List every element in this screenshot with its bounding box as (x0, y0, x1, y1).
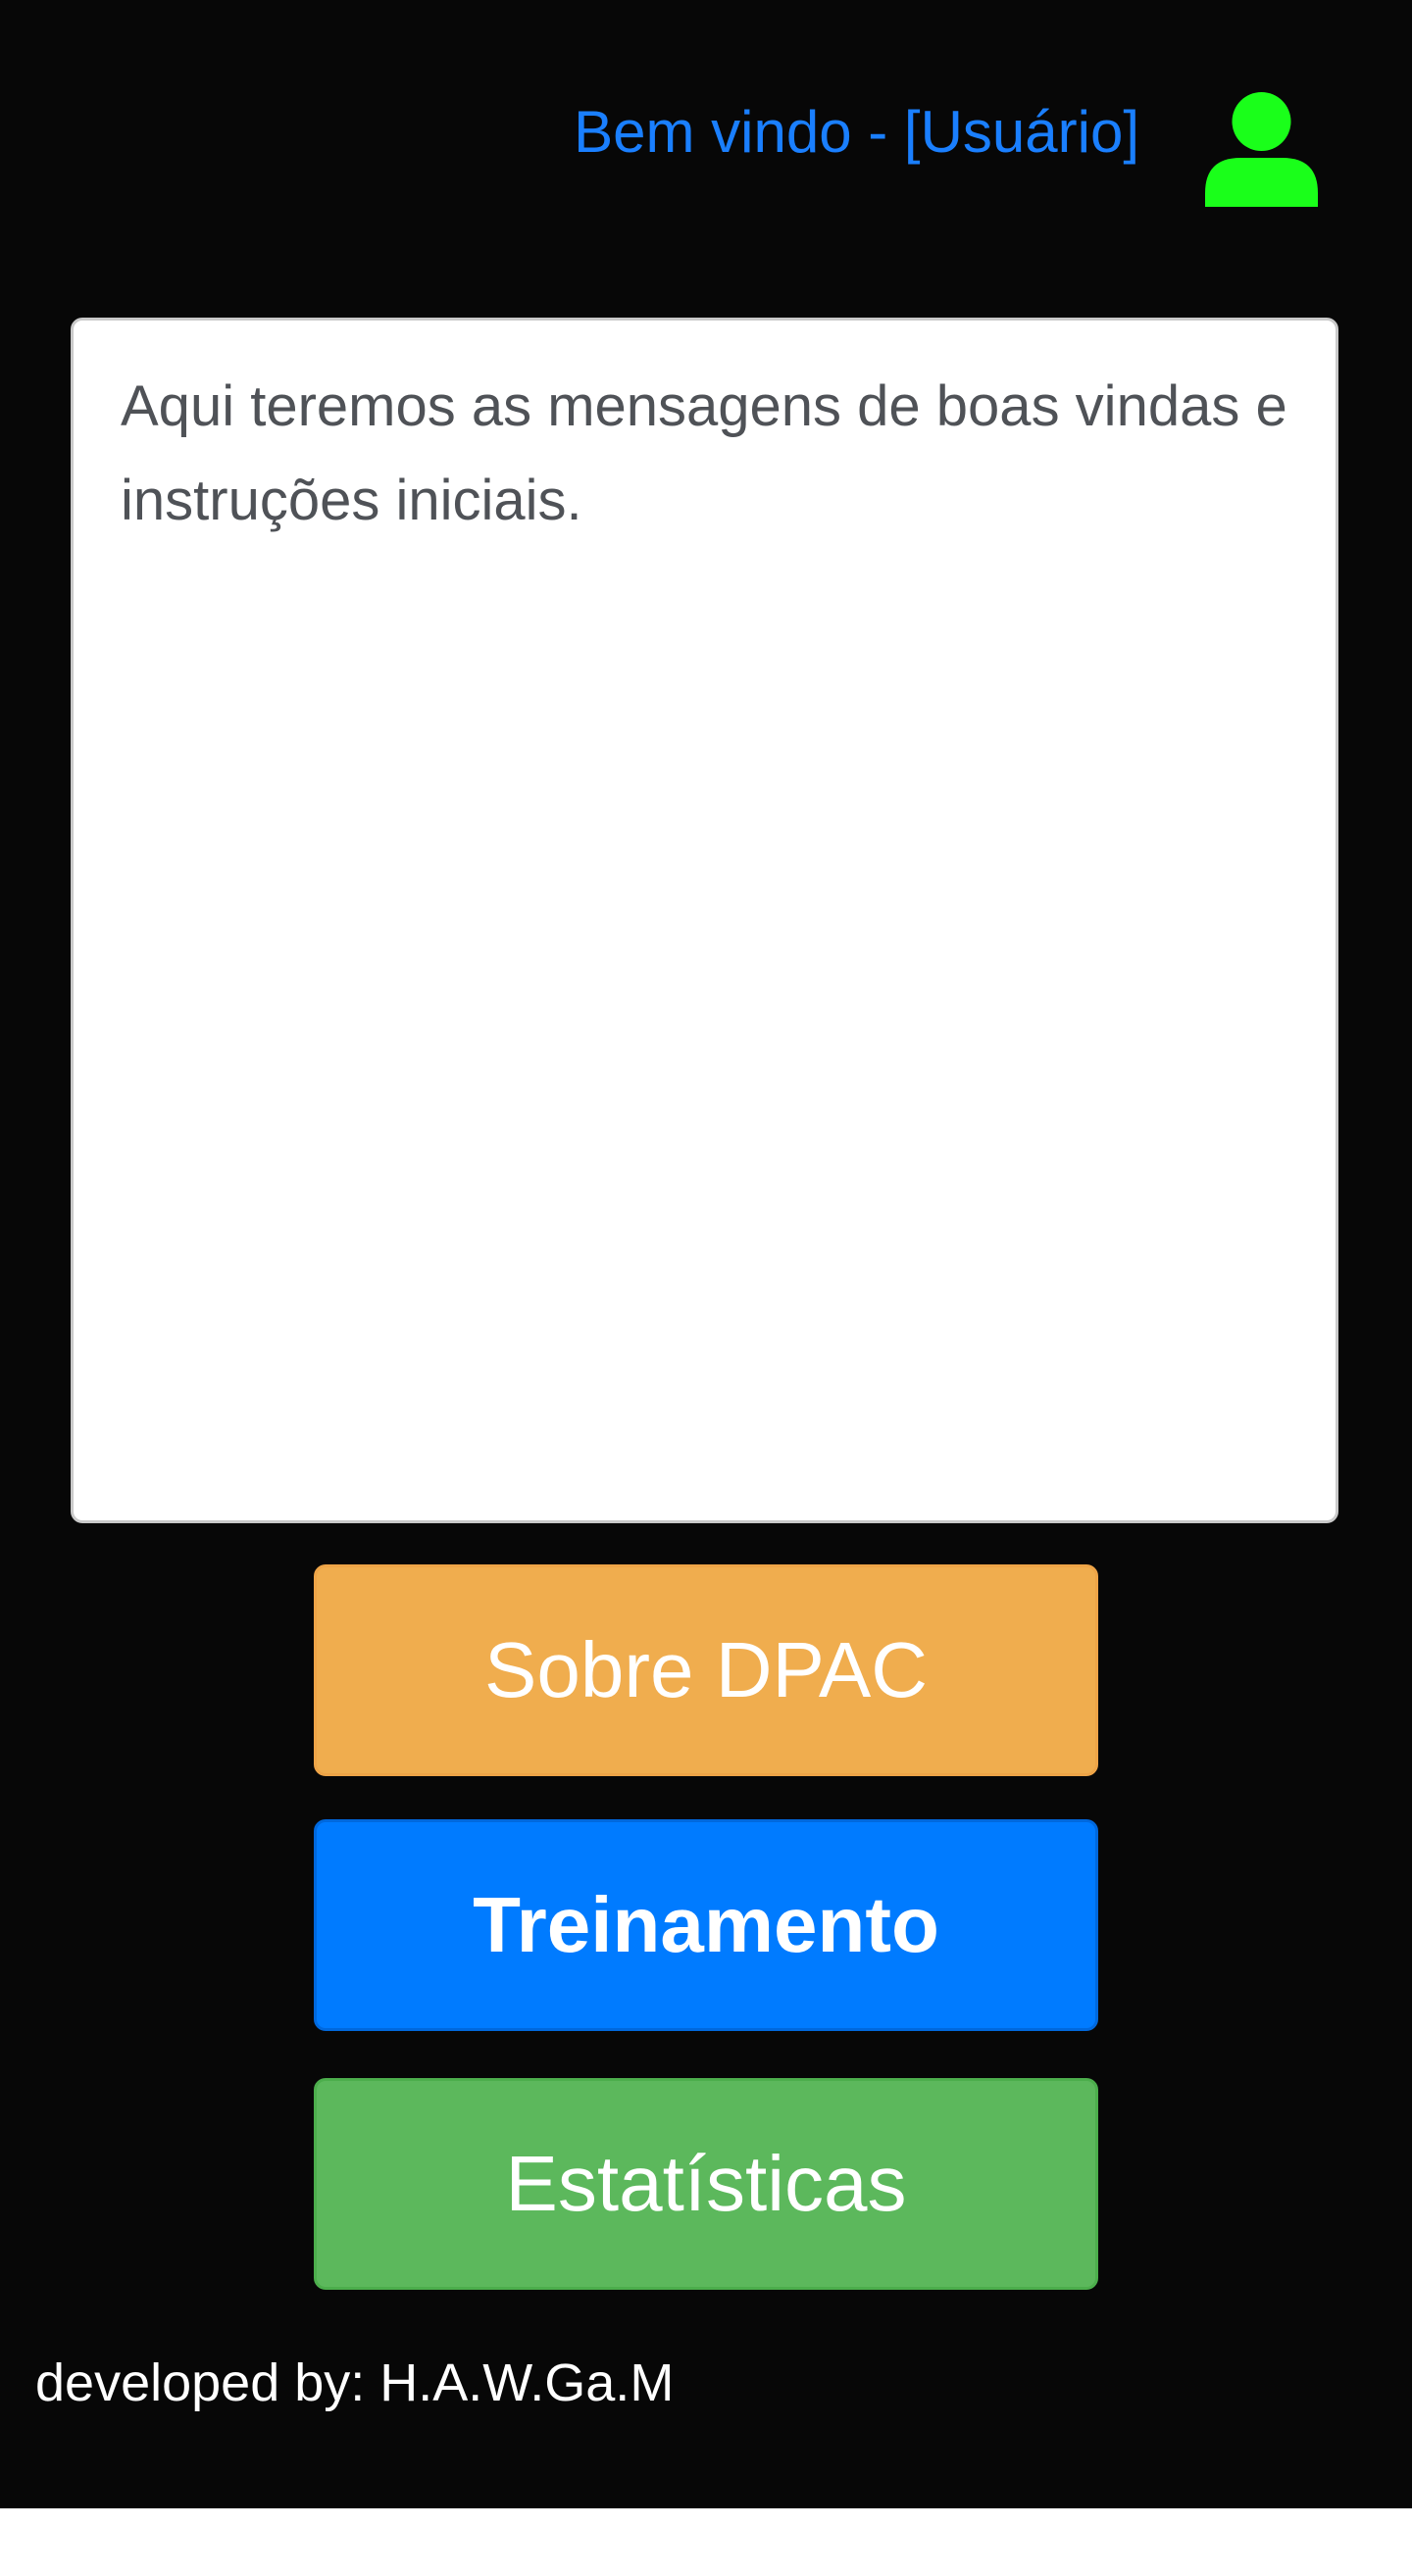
welcome-instructions-textarea[interactable]: Aqui teremos as mensagens de boas vindas… (71, 318, 1338, 1523)
user-icon[interactable] (1205, 91, 1318, 207)
training-button[interactable]: Treinamento (314, 1819, 1098, 2031)
developer-credit: developed by: H.A.W.Ga.M (35, 2353, 675, 2412)
app-container: Bem vindo - [Usuário] Aqui teremos as me… (0, 0, 1412, 2508)
welcome-message: Bem vindo - [Usuário] (574, 99, 1139, 165)
statistics-button[interactable]: Estatísticas (314, 2078, 1098, 2290)
about-dpac-button[interactable]: Sobre DPAC (314, 1564, 1098, 1776)
